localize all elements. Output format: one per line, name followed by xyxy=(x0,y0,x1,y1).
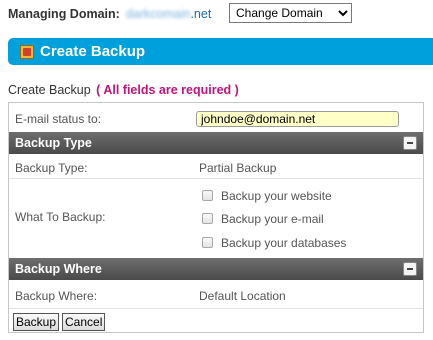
section-backup-where: Backup Where xyxy=(9,258,423,280)
backup-icon xyxy=(20,44,34,59)
domain-tld: .net xyxy=(190,7,212,21)
backup-where-label: Backup Where: xyxy=(15,289,98,303)
collapse-icon[interactable] xyxy=(403,136,417,150)
checkbox-email[interactable] xyxy=(202,213,213,224)
email-label: E-mail status to: xyxy=(15,112,102,126)
email-status-input[interactable] xyxy=(196,111,399,127)
divider xyxy=(9,308,423,309)
backup-type-label: Backup Type: xyxy=(15,161,88,175)
checkbox-databases[interactable] xyxy=(202,237,213,248)
section-backup-type-title: Backup Type xyxy=(15,136,92,150)
backup-where-value: Default Location xyxy=(199,289,286,303)
current-domain: darkcomain.net xyxy=(126,7,211,21)
collapse-icon[interactable] xyxy=(403,262,417,276)
checkbox-email-label[interactable]: Backup your e-mail xyxy=(221,212,324,226)
checkbox-website-label[interactable]: Backup your website xyxy=(221,189,332,203)
page-title: Create Backup xyxy=(40,43,146,60)
managing-domain-bar: Managing Domain: darkcomain.net Change D… xyxy=(8,3,352,23)
form-title-text: Create Backup xyxy=(8,83,91,97)
backup-form: E-mail status to: Backup Type Backup Typ… xyxy=(8,102,424,333)
required-note: ( All fields are required ) xyxy=(96,83,239,97)
checkbox-databases-label[interactable]: Backup your databases xyxy=(221,236,346,250)
page-banner: Create Backup xyxy=(8,38,433,65)
section-backup-type: Backup Type xyxy=(9,132,423,154)
backup-button[interactable]: Backup xyxy=(13,313,60,331)
cancel-button[interactable]: Cancel xyxy=(62,313,106,331)
form-title: Create Backup ( All fields are required … xyxy=(8,83,239,97)
section-backup-where-title: Backup Where xyxy=(15,262,102,276)
what-to-backup-label: What To Backup: xyxy=(15,210,106,224)
divider xyxy=(9,178,423,179)
domain-name-blurred: darkcomain xyxy=(125,7,191,21)
change-domain-select[interactable]: Change Domain xyxy=(229,3,352,23)
checkbox-website[interactable] xyxy=(202,190,213,201)
managing-domain-label: Managing Domain: xyxy=(8,7,120,21)
backup-type-value: Partial Backup xyxy=(199,161,277,175)
